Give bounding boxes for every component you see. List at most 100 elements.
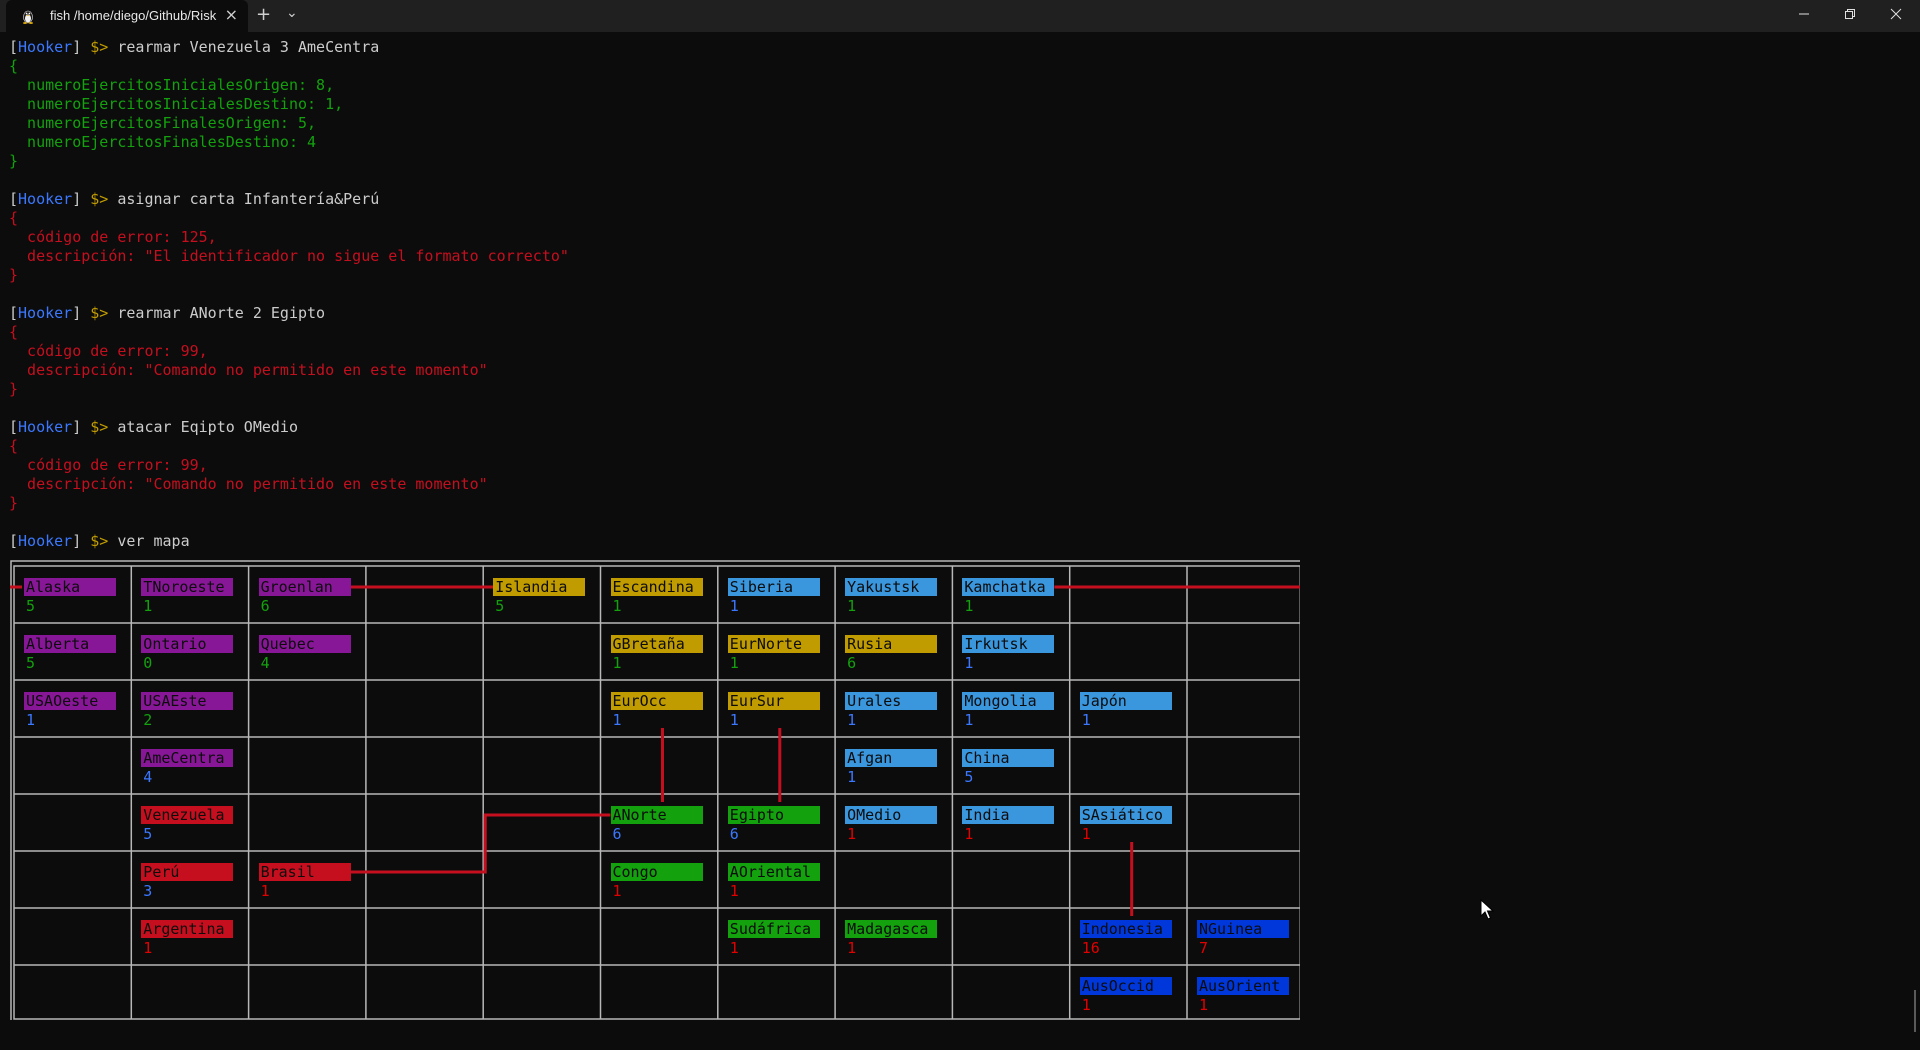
territory-armies: 1 (729, 711, 739, 729)
prompt-user: Hooker (18, 190, 73, 208)
territory-name: Madagasca (845, 920, 938, 938)
territory-cell: Mongolia 1 (962, 692, 1071, 730)
restore-icon (1845, 9, 1855, 19)
territory-armies: 1 (847, 825, 857, 843)
territory-name: EurSur (727, 692, 820, 710)
territory-armies: 1 (847, 768, 857, 786)
territory-cell: Escandina 1 (610, 578, 720, 616)
territory-cell: Groenlan 6 (258, 578, 368, 616)
territory-cell: AusOrient 1 (1197, 977, 1306, 1015)
prompt-user: Hooker (18, 304, 73, 322)
territory-cell: EurNorte 1 (727, 635, 837, 673)
territory-armies: 1 (964, 825, 974, 843)
chevron-down-icon[interactable]: ⌄ (286, 5, 298, 21)
scrollbar-thumb[interactable] (1914, 990, 1916, 1032)
close-tab-icon[interactable]: × (225, 5, 238, 24)
territory-cell: Sudáfrica 1 (727, 920, 837, 958)
prompt-bracket-open: [ (9, 304, 19, 322)
territory-name: Venezuela (141, 806, 234, 824)
territory-armies: 5 (495, 597, 505, 615)
territory-name: NGuinea (1197, 920, 1289, 938)
territory-cell: Argentina 1 (141, 920, 250, 958)
territory-name: AusOccid (1079, 977, 1172, 995)
prompt-user: Hooker (18, 532, 73, 550)
territory-name: Afgan (845, 749, 938, 767)
prompt-symbol: $> (90, 190, 109, 208)
risk-map: Alaska 5 TNoroeste 1 Groenlan 6 Islandia 5 Escan… (10, 560, 1300, 1020)
territory-name: OMedio (845, 806, 938, 824)
terminal-tab[interactable]: fish /home/diego/Github/Risk × (6, 0, 248, 32)
territory-armies: 1 (612, 654, 622, 672)
territory-name: Ontario (141, 635, 234, 653)
output-line: código de error: 99, (9, 342, 208, 360)
connection-brasil-anorte (348, 813, 611, 874)
territory-armies: 5 (143, 825, 153, 843)
territory-armies: 1 (964, 597, 974, 615)
output-line: } (9, 266, 19, 284)
territory-armies: 5 (26, 654, 36, 672)
command-text: rearmar ANorte 2 Egipto (117, 304, 326, 322)
territory-armies: 6 (260, 597, 270, 615)
territory-name: Japón (1079, 692, 1172, 710)
close-window-button[interactable] (1873, 0, 1919, 32)
territory-name: TNoroeste (141, 578, 234, 596)
prompt-bracket-open: [ (9, 38, 19, 56)
prompt-line: [Hooker] $> atacar Eqipto OMedio (9, 418, 569, 437)
prompt-symbol: $> (90, 418, 109, 436)
territory-armies: 16 (1081, 939, 1100, 957)
prompt-user: Hooker (18, 38, 73, 56)
territory-cell: AOriental 1 (727, 863, 837, 901)
output-line: { (9, 209, 19, 227)
territory-armies: 1 (847, 939, 857, 957)
territory-cell: Islandia 5 (493, 578, 602, 616)
minimize-button[interactable] (1781, 0, 1827, 32)
territory-name: AusOrient (1197, 977, 1289, 995)
prompt-bracket-close: ] (72, 38, 91, 56)
territory-armies: 1 (612, 882, 622, 900)
territory-cell: AusOccid 1 (1079, 977, 1189, 1015)
output-line: } (9, 152, 19, 170)
territory-cell: AmeCentra 4 (141, 749, 250, 787)
territory-cell: Ontario 0 (141, 635, 250, 673)
territory-cell: India 1 (962, 806, 1071, 844)
territory-cell: EurOcc 1 (610, 692, 720, 730)
territory-cell: Kamchatka 1 (962, 578, 1071, 616)
territory-cell: Perú 3 (141, 863, 250, 901)
territory-armies: 5 (964, 768, 974, 786)
territory-cell: Indonesia 16 (1079, 920, 1189, 958)
terminal-output[interactable]: [Hooker] $> rearmar Venezuela 3 AmeCentr… (9, 38, 569, 551)
restore-button[interactable] (1827, 0, 1873, 32)
command-text: atacar Eqipto OMedio (117, 418, 298, 436)
territory-armies: 7 (1199, 939, 1209, 957)
territory-name: Rusia (845, 635, 938, 653)
territory-name: USAOeste (24, 692, 116, 710)
prompt-bracket-open: [ (9, 190, 19, 208)
territory-armies: 1 (1199, 996, 1209, 1014)
territory-name: Urales (845, 692, 938, 710)
territory-name: ANorte (610, 806, 703, 824)
prompt-symbol: $> (90, 38, 109, 56)
territory-name: Argentina (141, 920, 234, 938)
output-line: numeroEjercitosFinalesDestino: 4 (9, 133, 317, 151)
prompt-bracket-close: ] (72, 532, 91, 550)
territory-name: Quebec (258, 635, 351, 653)
territory-cell: SAsiático 1 (1079, 806, 1189, 844)
output-line: } (9, 494, 19, 512)
territory-name: AOriental (727, 863, 820, 881)
territory-armies: 1 (143, 939, 153, 957)
territory-cell: Congo 1 (610, 863, 720, 901)
output-line: numeroEjercitosFinalesOrigen: 5, (9, 114, 317, 132)
output-line: numeroEjercitosInicialesOrigen: 8, (9, 76, 335, 94)
territory-name: India (962, 806, 1055, 824)
new-tab-icon[interactable]: + (256, 4, 271, 25)
territory-name: Siberia (727, 578, 820, 596)
territory-armies: 1 (847, 597, 857, 615)
territory-cell: Afgan 1 (845, 749, 954, 787)
output-line: código de error: 125, (9, 228, 217, 246)
territory-armies: 1 (964, 654, 974, 672)
linux-tux-icon (23, 10, 33, 24)
territory-cell: Yakustsk 1 (845, 578, 954, 616)
